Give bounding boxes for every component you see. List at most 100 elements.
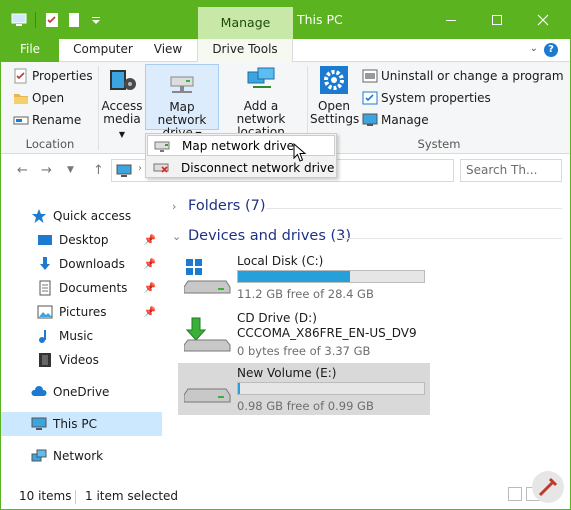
status-divider bbox=[75, 490, 76, 504]
star-icon bbox=[31, 208, 47, 224]
hard-drive-icon bbox=[183, 369, 232, 409]
menu-item-label: Map network drive bbox=[182, 138, 295, 153]
nav-label: Downloads bbox=[59, 257, 125, 271]
ribbon-tabs: File Computer View Drive Tools ⌄ ? bbox=[1, 39, 570, 91]
rename-icon bbox=[13, 112, 29, 128]
minimize-button[interactable] bbox=[428, 1, 474, 39]
download-arrow-icon bbox=[37, 256, 53, 272]
nav-label: OneDrive bbox=[53, 385, 110, 399]
computer-icon[interactable] bbox=[11, 12, 27, 28]
nav-label: Pictures bbox=[59, 305, 107, 319]
chevron-down-icon[interactable]: ⌄ bbox=[530, 43, 538, 54]
breadcrumb-chevron-icon[interactable]: › bbox=[138, 163, 142, 174]
uninstall-program-button[interactable]: Uninstall or change a program bbox=[362, 66, 564, 86]
nav-item-documents[interactable]: Documents 📌 bbox=[1, 276, 162, 300]
nav-item-quick-access[interactable]: Quick access bbox=[1, 204, 162, 228]
open-settings-label-1: Open bbox=[317, 99, 351, 113]
tab-file[interactable]: File bbox=[1, 39, 59, 62]
window-title: This PC bbox=[297, 12, 343, 27]
add-location-label-1: Add a network bbox=[236, 99, 286, 126]
pin-icon[interactable]: 📌 bbox=[144, 307, 156, 318]
close-button[interactable] bbox=[520, 1, 566, 39]
recent-locations-icon[interactable]: ▼ bbox=[67, 165, 74, 175]
film-icon bbox=[37, 352, 53, 368]
nav-item-this-pc[interactable]: This PC bbox=[1, 412, 162, 436]
map-drive-label-1: Map network bbox=[157, 100, 207, 127]
folders-header-label: Folders (7) bbox=[188, 198, 266, 214]
pin-icon[interactable]: 📌 bbox=[144, 283, 156, 294]
item-count: 10 items bbox=[19, 489, 72, 503]
toolbar-divider bbox=[35, 12, 36, 28]
drive-free-space: 11.2 GB free of 28.4 GB bbox=[237, 287, 374, 301]
devices-header-label: Devices and drives (3) bbox=[188, 228, 352, 244]
search-input[interactable]: Search Th... bbox=[460, 159, 562, 182]
folder-open-icon bbox=[13, 90, 29, 106]
nav-item-music[interactable]: Music bbox=[1, 324, 162, 348]
group-divider bbox=[266, 208, 562, 209]
drive-free-space: 0.98 GB free of 0.99 GB bbox=[237, 399, 374, 413]
map-drive-dropdown-menu: Map network drive Disconnect network dri… bbox=[145, 133, 337, 178]
nav-label: Music bbox=[59, 329, 94, 343]
drive-volume-label: CCCOMA_X86FRE_EN-US_DV9 bbox=[237, 326, 417, 340]
quick-access-toolbar bbox=[11, 12, 104, 28]
nav-item-desktop[interactable]: Desktop 📌 bbox=[1, 228, 162, 252]
drive-usage-fill bbox=[238, 271, 350, 282]
open-button[interactable]: Open bbox=[13, 88, 64, 108]
selection-count: 1 item selected bbox=[85, 489, 179, 503]
open-settings-button[interactable]: Open Settings bbox=[310, 64, 360, 126]
devices-group-header[interactable]: ⌄ Devices and drives (3) bbox=[172, 228, 351, 244]
drive-cd-d[interactable]: CD Drive (D:) CCCOMA_X86FRE_EN-US_DV9 0 … bbox=[178, 308, 430, 360]
location-group: Properties Open Rename Location bbox=[1, 62, 99, 154]
nav-item-network[interactable]: Network bbox=[1, 444, 162, 468]
help-icon[interactable]: ? bbox=[544, 43, 558, 57]
maximize-button[interactable] bbox=[474, 1, 520, 39]
pin-icon[interactable]: 📌 bbox=[144, 259, 156, 270]
details-view-icon[interactable] bbox=[508, 487, 522, 501]
explorer-window: Manage This PC File Computer View Drive … bbox=[0, 0, 571, 510]
title-bar: Manage This PC bbox=[1, 1, 570, 39]
system-properties-button[interactable]: System properties bbox=[362, 88, 491, 108]
tab-manage[interactable]: Manage bbox=[198, 7, 293, 39]
forward-arrow-icon[interactable]: → bbox=[41, 163, 52, 178]
drive-free-space: 0 bytes free of 3.37 GB bbox=[237, 344, 371, 358]
back-arrow-icon[interactable]: ← bbox=[17, 163, 28, 178]
tab-view[interactable]: View bbox=[143, 39, 193, 62]
chevron-down-icon: ⌄ bbox=[172, 229, 182, 243]
properties-icon[interactable] bbox=[44, 12, 60, 28]
system-group: Open Settings Uninstall or change a prog… bbox=[308, 62, 570, 154]
nav-label: Videos bbox=[59, 353, 99, 367]
drive-local-disk-c[interactable]: Local Disk (C:) 11.2 GB free of 28.4 GB bbox=[178, 251, 430, 303]
access-media-button[interactable]: Access media ▼ bbox=[101, 64, 143, 141]
folders-group-header[interactable]: › Folders (7) bbox=[172, 198, 266, 214]
open-settings-label-2: Settings bbox=[310, 112, 360, 126]
nav-label: This PC bbox=[53, 417, 97, 431]
nav-label: Network bbox=[53, 449, 104, 463]
pin-icon[interactable]: 📌 bbox=[144, 235, 156, 246]
open-label: Open bbox=[32, 91, 65, 105]
nav-item-onedrive[interactable]: OneDrive bbox=[1, 380, 162, 404]
group-divider bbox=[338, 238, 562, 239]
uninstall-icon bbox=[362, 68, 378, 84]
nav-item-downloads[interactable]: Downloads 📌 bbox=[1, 252, 162, 276]
map-network-drive-button[interactable]: Map network drive ▼ bbox=[145, 64, 219, 140]
access-media-label-1: Access bbox=[101, 99, 143, 113]
this-pc-icon bbox=[116, 164, 132, 177]
maximize-icon bbox=[492, 15, 502, 25]
mouse-cursor-icon bbox=[293, 143, 307, 162]
rename-button[interactable]: Rename bbox=[13, 110, 81, 130]
cd-drive-icon bbox=[183, 314, 232, 354]
system-properties-label: System properties bbox=[381, 91, 491, 105]
new-folder-icon[interactable] bbox=[66, 12, 82, 28]
nav-item-videos[interactable]: Videos bbox=[1, 348, 162, 372]
manage-button[interactable]: Manage bbox=[362, 110, 429, 130]
nav-item-pictures[interactable]: Pictures 📌 bbox=[1, 300, 162, 324]
chevron-right-icon: › bbox=[172, 199, 177, 213]
uninstall-label: Uninstall or change a program bbox=[381, 69, 564, 83]
properties-button[interactable]: Properties bbox=[13, 66, 93, 86]
up-arrow-icon[interactable]: ↑ bbox=[93, 163, 104, 178]
menu-item-label: Disconnect network drive bbox=[181, 160, 335, 175]
tab-computer[interactable]: Computer bbox=[67, 39, 139, 62]
add-network-location-button[interactable]: Add a network location bbox=[221, 64, 301, 139]
drive-new-volume-e[interactable]: New Volume (E:) 0.98 GB free of 0.99 GB bbox=[178, 363, 430, 415]
customize-toolbar-icon[interactable] bbox=[88, 12, 104, 28]
